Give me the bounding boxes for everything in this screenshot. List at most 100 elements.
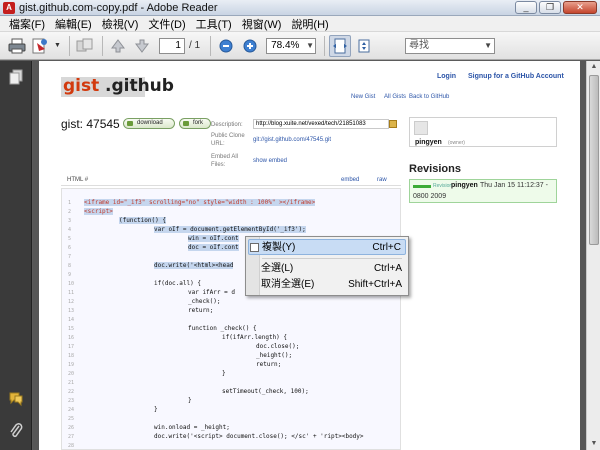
- minimize-button[interactable]: _: [515, 1, 537, 14]
- context-menu-copy[interactable]: 複製(Y) Ctrl+C: [248, 239, 406, 255]
- next-page-icon[interactable]: [131, 35, 153, 57]
- embed-link[interactable]: embed: [341, 177, 359, 183]
- signup-link[interactable]: Signup for a GitHub Account: [468, 73, 564, 80]
- line-number: 21: [68, 380, 75, 386]
- fit-page-icon[interactable]: [353, 35, 375, 57]
- revision-label: Revision: [433, 183, 453, 189]
- zoom-in-icon[interactable]: [239, 35, 261, 57]
- toolbar-separator: [101, 35, 103, 56]
- zoom-out-icon[interactable]: [215, 35, 237, 57]
- scroll-up-icon[interactable]: ▲: [587, 61, 600, 73]
- menu-tools[interactable]: 工具(T): [191, 16, 237, 32]
- line-number: 27: [68, 434, 75, 440]
- window-title: gist.github.com-copy.pdf - Adobe Reader: [19, 1, 218, 14]
- new-gist-link[interactable]: New Gist: [351, 94, 375, 100]
- line-number: 13: [68, 308, 75, 314]
- copy-icon[interactable]: [389, 120, 397, 128]
- menu-view[interactable]: 檢視(V): [97, 16, 144, 32]
- description-label: Description:: [211, 122, 243, 128]
- gist-title: gist: 47545: [61, 117, 120, 131]
- embed-label-1: Embed All: [211, 154, 239, 160]
- revision-user[interactable]: pingyen: [451, 182, 478, 189]
- line-number: 17: [68, 344, 75, 350]
- page-number-input[interactable]: 1: [158, 37, 185, 54]
- download-button[interactable]: download: [123, 118, 175, 129]
- revision-bar: [413, 185, 431, 188]
- avatar[interactable]: [414, 121, 428, 135]
- line-number: 26: [68, 425, 75, 431]
- previous-page-icon[interactable]: [107, 35, 129, 57]
- pages-icon[interactable]: [8, 69, 24, 85]
- restore-button[interactable]: ❐: [539, 1, 561, 14]
- code-line: doc.close();: [256, 343, 300, 350]
- code-line: (function() {: [119, 217, 166, 224]
- adobe-reader-icon: A: [3, 1, 15, 14]
- line-number: 18: [68, 353, 75, 359]
- line-number: 8: [68, 263, 72, 269]
- print-icon[interactable]: [6, 35, 28, 57]
- toolbar: ▼ 1 / 1 78.4% ▼ 尋找 ▼: [0, 32, 600, 60]
- code-block[interactable]: 1 2 3 4 5 6 7 8 9 10 11 12 13 14 15 16 1…: [61, 188, 401, 450]
- code-line: setTimeout(_check, 100);: [222, 388, 309, 395]
- context-menu-separator: [262, 258, 402, 259]
- line-number: 16: [68, 335, 75, 341]
- chevron-down-icon: ▼: [306, 40, 315, 50]
- create-dropdown-icon[interactable]: ▼: [54, 42, 61, 49]
- owner-tag: (owner): [448, 140, 465, 146]
- close-button[interactable]: ✕: [563, 1, 597, 14]
- file-name[interactable]: HTML #: [67, 177, 88, 183]
- code-line: if(doc.all) {: [154, 280, 201, 287]
- create-pdf-icon[interactable]: [30, 35, 52, 57]
- line-number: 20: [68, 371, 75, 377]
- title-bar: A gist.github.com-copy.pdf - Adobe Reade…: [0, 0, 600, 16]
- all-gists-link[interactable]: All Gists: [384, 94, 406, 100]
- revision-item[interactable]: Revision pingyen Thu Jan 15 11:12:37 - 0…: [409, 179, 557, 203]
- code-line: }: [154, 406, 158, 413]
- line-number: 9: [68, 272, 72, 278]
- login-link[interactable]: Login: [437, 73, 456, 80]
- menu-window[interactable]: 視窗(W): [237, 16, 287, 32]
- code-line: <iframe id="_if3" scrolling="no" style="…: [84, 199, 316, 206]
- code-line: function _check() {: [188, 325, 257, 332]
- code-line: return;: [256, 361, 282, 368]
- chevron-down-icon: ▼: [484, 40, 493, 50]
- context-menu-deselect-all[interactable]: 取消全選(E) Shift+Ctrl+A: [248, 277, 406, 293]
- line-number: 3: [68, 218, 72, 224]
- back-to-github-link[interactable]: Back to GitHub: [409, 94, 449, 100]
- line-number: 28: [68, 443, 75, 449]
- description-field[interactable]: http://blog.xuite.net/vexed/tech/2185108…: [253, 119, 389, 129]
- revision-date-cont: 0800 2009: [413, 193, 447, 200]
- owner-name[interactable]: pingyen: [415, 139, 442, 146]
- vertical-scrollbar[interactable]: ▲ ▼: [586, 61, 600, 450]
- collaborate-icon[interactable]: [74, 35, 96, 57]
- zoom-level-select[interactable]: 78.4% ▼: [266, 37, 317, 54]
- code-line: doc.write('<script> document.close(); </…: [154, 433, 364, 440]
- window-controls: _ ❐ ✕: [515, 1, 597, 14]
- code-line: _check();: [188, 298, 221, 305]
- menu-help[interactable]: 說明(H): [286, 16, 333, 32]
- line-number: 2: [68, 209, 72, 215]
- embed-label-2: Files:: [211, 162, 226, 168]
- context-menu-select-all[interactable]: 全選(L) Ctrl+A: [248, 261, 406, 277]
- fork-icon: [183, 121, 189, 126]
- raw-link[interactable]: raw: [377, 177, 387, 183]
- clone-url-link[interactable]: git://gist.github.com/47545.git: [253, 137, 331, 143]
- line-number: 1: [68, 200, 72, 206]
- menu-document[interactable]: 文件(D): [143, 16, 190, 32]
- comments-icon[interactable]: [8, 391, 24, 407]
- fork-button[interactable]: fork: [179, 118, 211, 129]
- line-number: 25: [68, 416, 75, 422]
- find-input[interactable]: 尋找 ▼: [405, 37, 496, 54]
- clone-url-label-1: Public Clone: [211, 133, 245, 139]
- code-line: }: [222, 370, 226, 377]
- scroll-thumb[interactable]: [589, 75, 599, 245]
- attachments-icon[interactable]: [8, 423, 24, 439]
- scroll-down-icon[interactable]: ▼: [587, 438, 600, 450]
- line-number: 5: [68, 236, 72, 242]
- owner-card: pingyen (owner): [409, 117, 557, 147]
- fit-width-icon[interactable]: [329, 34, 352, 57]
- show-embed-link[interactable]: show embed: [253, 158, 287, 164]
- menu-edit[interactable]: 編輯(E): [50, 16, 97, 32]
- code-line: doc = oIf.cont: [188, 244, 239, 251]
- menu-file[interactable]: 檔案(F): [4, 16, 50, 32]
